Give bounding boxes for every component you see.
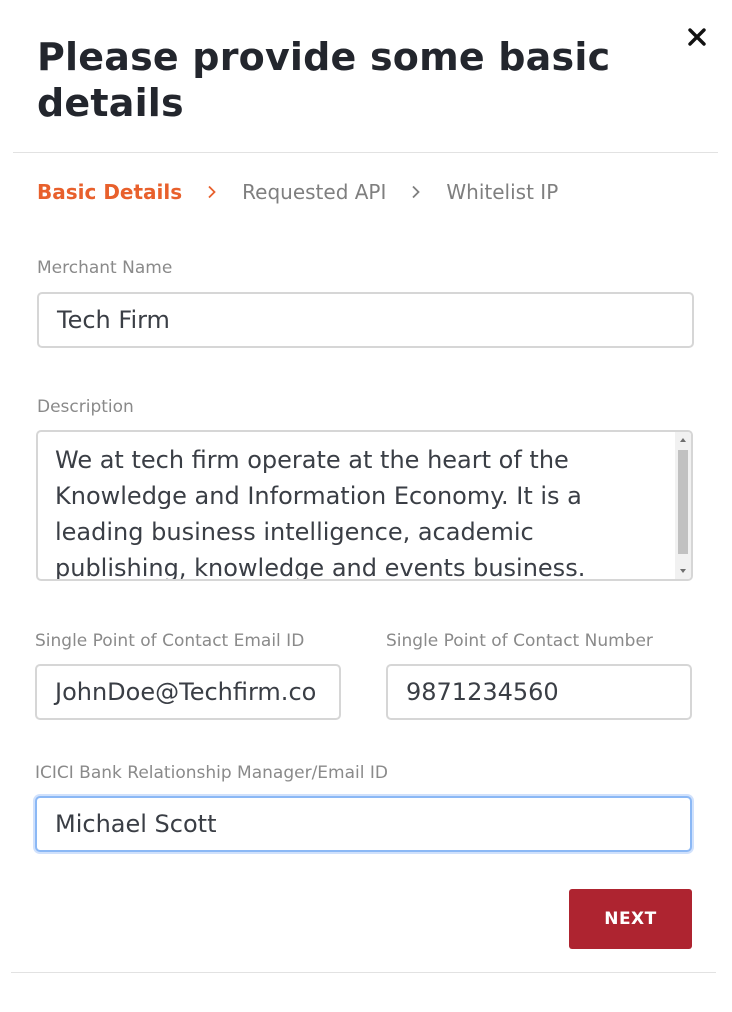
contact-number-input[interactable]: 9871234560: [386, 664, 692, 720]
merchant-name-value: Tech Firm: [57, 306, 170, 334]
contact-number-value: 9871234560: [406, 678, 559, 706]
description-textarea[interactable]: We at tech firm operate at the heart of …: [36, 430, 693, 581]
close-icon: [688, 28, 706, 46]
close-button[interactable]: [684, 24, 710, 50]
dialog-title: Please provide some basic details: [37, 35, 611, 125]
contact-email-value: JohnDoe@Techfirm.co: [55, 678, 317, 706]
description-value: We at tech firm operate at the heart of …: [55, 446, 586, 581]
contact-number-label: Single Point of Contact Number: [386, 631, 653, 651]
chevron-right-icon: [182, 185, 242, 199]
stepper: Basic Details Requested API Whitelist IP: [37, 178, 558, 206]
step-basic-details[interactable]: Basic Details: [37, 180, 182, 204]
description-label: Description: [37, 397, 134, 417]
step-whitelist-ip[interactable]: Whitelist IP: [446, 180, 558, 204]
scroll-thumb[interactable]: [678, 450, 688, 554]
header-divider: [13, 152, 718, 153]
next-button[interactable]: NEXT: [569, 889, 692, 949]
chevron-right-icon: [386, 185, 446, 199]
scroll-down-arrow-icon[interactable]: [675, 563, 691, 579]
scroll-up-arrow-icon[interactable]: [675, 432, 691, 448]
merchant-name-input[interactable]: Tech Firm: [37, 292, 694, 348]
description-scrollbar[interactable]: [675, 432, 691, 579]
footer-divider: [11, 972, 716, 973]
relationship-manager-value: Michael Scott: [55, 810, 217, 838]
merchant-name-label: Merchant Name: [37, 258, 173, 278]
contact-email-input[interactable]: JohnDoe@Techfirm.co: [35, 664, 341, 720]
contact-email-label: Single Point of Contact Email ID: [35, 631, 305, 651]
relationship-manager-input[interactable]: Michael Scott: [35, 796, 692, 852]
relationship-manager-label: ICICI Bank Relationship Manager/Email ID: [35, 763, 388, 783]
step-requested-api[interactable]: Requested API: [242, 180, 386, 204]
